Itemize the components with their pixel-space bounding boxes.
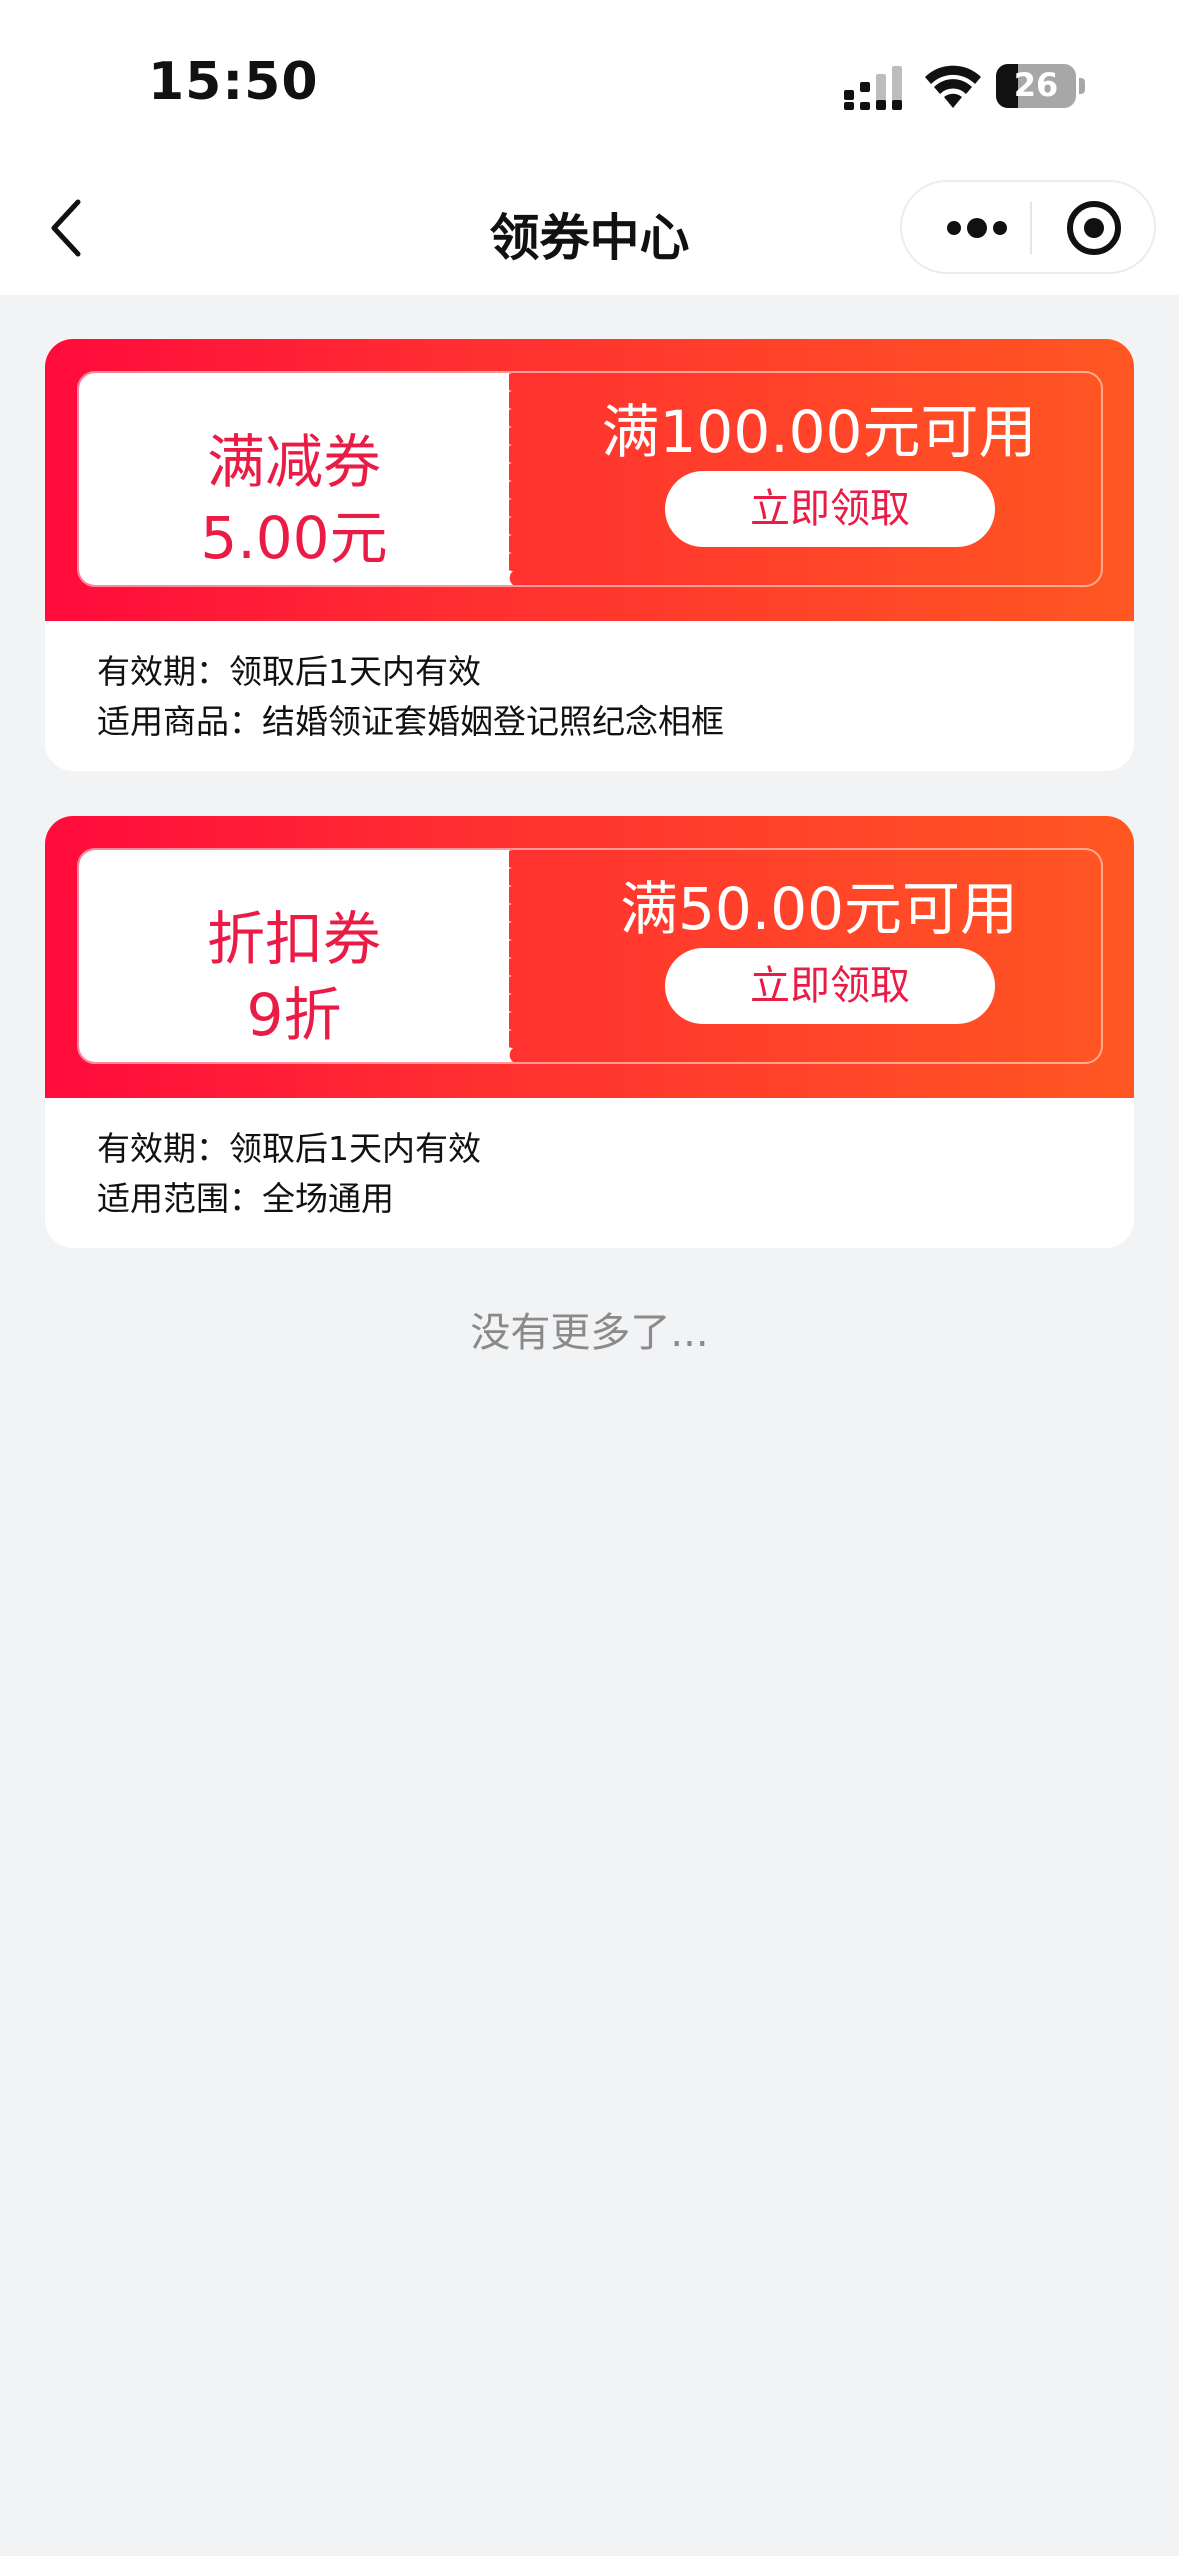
battery-level: 26	[1013, 66, 1059, 104]
coupon-card: 折扣券 9折 满50.00元可用 立即领取 有效期：领取后1天内有效 适用范围：…	[45, 816, 1134, 1248]
ticket-edge	[507, 373, 513, 585]
target-circle-icon[interactable]	[1062, 196, 1126, 260]
no-more-text: 没有更多了...	[470, 1310, 709, 1356]
top-bar: 15:50 26 领券中心	[0, 0, 1179, 295]
coupon-scope: 适用范围：全场通用	[97, 1179, 394, 1218]
coupon-banner: 满减券 5.00元 满100.00元可用 立即领取	[45, 339, 1134, 621]
battery-icon: 26	[996, 64, 1076, 108]
coupon-validity: 有效期：领取后1天内有效	[97, 652, 481, 691]
coupon-value: 5.00元	[200, 504, 388, 572]
capsule-divider	[1030, 202, 1032, 254]
coupon-condition: 满50.00元可用	[619, 875, 1019, 943]
coupon-type: 满减券	[206, 428, 381, 496]
coupon-banner: 折扣券 9折 满50.00元可用 立即领取	[45, 816, 1134, 1098]
coupon-validity: 有效期：领取后1天内有效	[97, 1129, 481, 1168]
coupon-stub: 折扣券 9折	[79, 850, 509, 1062]
coupon-scope: 适用商品：结婚领证套婚姻登记照纪念相框	[97, 702, 724, 741]
mini-program-capsule	[900, 180, 1156, 274]
coupon-condition: 满100.00元可用	[601, 398, 1037, 466]
wifi-icon	[925, 65, 981, 108]
claim-button[interactable]: 立即领取	[665, 948, 995, 1024]
coupon-stub: 满减券 5.00元	[79, 373, 509, 585]
status-time: 15:50	[148, 52, 319, 112]
cellular-signal-icon	[844, 66, 902, 110]
claim-button[interactable]: 立即领取	[665, 471, 995, 547]
coupon-value: 9折	[246, 981, 342, 1049]
coupon-card: 满减券 5.00元 满100.00元可用 立即领取 有效期：领取后1天内有效 适…	[45, 339, 1134, 771]
coupon-type: 折扣券	[206, 905, 381, 973]
more-dots-icon[interactable]	[932, 200, 1022, 256]
ticket-edge	[507, 850, 513, 1062]
